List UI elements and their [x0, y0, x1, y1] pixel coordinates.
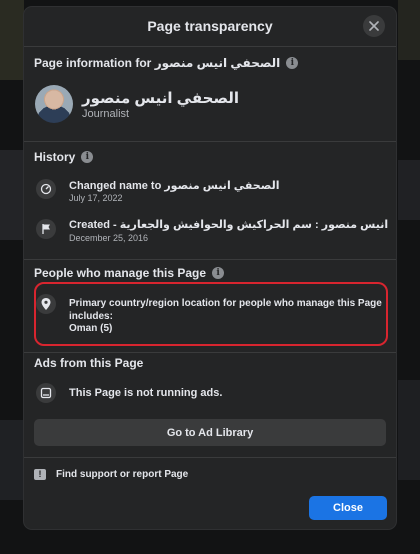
- go-to-ad-library-button[interactable]: Go to Ad Library: [34, 419, 386, 446]
- managers-title: People who manage this Page: [34, 266, 207, 280]
- close-icon[interactable]: [363, 15, 385, 37]
- dialog-title: Page transparency: [147, 18, 273, 34]
- history-item-main: Changed name to الصحفي انيس منصور: [69, 180, 280, 192]
- section-divider: [24, 457, 396, 458]
- ads-status: This Page is not running ads.: [69, 387, 223, 399]
- info-icon[interactable]: i: [212, 267, 225, 279]
- flag-icon: [36, 219, 56, 239]
- ads-section-title: Ads from this Page: [34, 356, 143, 370]
- section-divider: [24, 259, 396, 260]
- backdrop-image: [0, 420, 24, 500]
- page-name: الصحفي انيس منصور: [82, 90, 240, 107]
- support-label: Find support or report Page: [56, 469, 189, 480]
- info-icon[interactable]: i: [286, 57, 299, 69]
- location-pin-icon: [36, 294, 56, 314]
- page-info-title: Page information for الصحفي انيس منصور: [34, 56, 281, 70]
- page-transparency-dialog: Page transparency Page information for ا…: [24, 7, 396, 529]
- managers-location-value: Oman (5): [69, 323, 113, 334]
- dialog-header: Page transparency: [24, 7, 396, 47]
- avatar[interactable]: [35, 85, 73, 123]
- rename-clock-icon: [36, 179, 56, 199]
- page-role: Journalist: [82, 108, 130, 120]
- managers-section-title: People who manage this Page i: [34, 266, 225, 280]
- report-icon: !: [34, 469, 46, 480]
- backdrop-image: [398, 0, 420, 60]
- history-section-title: History i: [34, 150, 94, 164]
- section-divider: [24, 141, 396, 142]
- section-divider: [24, 352, 396, 353]
- backdrop-image: [0, 0, 24, 80]
- close-button[interactable]: Close: [309, 496, 387, 520]
- info-icon[interactable]: i: [81, 151, 94, 163]
- managers-description: Primary country/region location for peop…: [69, 298, 382, 322]
- ads-title: Ads from this Page: [34, 356, 144, 370]
- history-item-date: December 25, 2016: [69, 233, 149, 243]
- ads-icon: [36, 383, 56, 403]
- history-title: History: [34, 150, 76, 164]
- backdrop-image: [398, 380, 420, 480]
- support-link[interactable]: ! Find support or report Page: [34, 469, 188, 480]
- history-item-date: July 17, 2022: [69, 193, 123, 203]
- history-item-main: Created - انيس منصور : سم الحراكيش والحو…: [69, 219, 389, 231]
- backdrop-image: [0, 150, 24, 240]
- page-info-section-title: Page information for الصحفي انيس منصور i: [34, 56, 299, 70]
- backdrop-image: [398, 160, 420, 220]
